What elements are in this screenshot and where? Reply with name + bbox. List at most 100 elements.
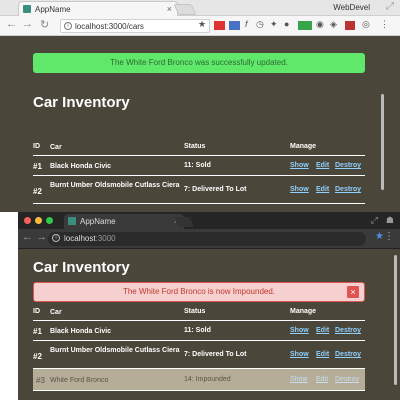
extension-dot-icon[interactable]: ● xyxy=(284,19,289,29)
browser-toolbar: ← → i localhost:3000 ★ ⋮ xyxy=(18,229,400,249)
row-status: 11: Sold xyxy=(184,162,211,169)
row-car: Black Honda Civic xyxy=(50,328,112,335)
profile-name[interactable]: WebDevel xyxy=(333,3,370,12)
star-icon[interactable]: ★ xyxy=(375,231,384,242)
table-row: #2 Burnt Umber Oldsmobile Cutlass Ciera … xyxy=(33,176,365,204)
extension-shield-icon[interactable]: ◈ xyxy=(330,19,337,30)
browser-window-top: AppName × WebDevel ⤢ ← → ↻ i localhost:3… xyxy=(0,0,400,212)
inventory-table: ID Car Status Manage #1 Black Honda Civi… xyxy=(33,140,365,204)
edit-link[interactable]: Edit xyxy=(316,351,329,358)
url-host: localhost xyxy=(64,234,96,243)
address-bar[interactable]: i localhost:3000/cars xyxy=(60,19,210,33)
new-tab-button[interactable] xyxy=(173,4,197,15)
address-bar[interactable]: i localhost:3000 xyxy=(48,232,366,246)
show-link[interactable]: Show xyxy=(290,376,308,383)
scrollbar[interactable] xyxy=(381,94,384,190)
flash-close-icon[interactable]: × xyxy=(347,286,359,298)
extension-red-icon[interactable] xyxy=(214,21,225,30)
show-link[interactable]: Show xyxy=(290,327,309,334)
tab-title: AppName xyxy=(80,217,116,226)
row-car: Burnt Umber Oldsmobile Cutlass Ciera xyxy=(50,182,180,189)
col-id: ID xyxy=(33,143,40,150)
scrollbar[interactable] xyxy=(394,255,397,385)
col-manage: Manage xyxy=(290,143,317,150)
extension-puzzle-icon[interactable]: ✦ xyxy=(270,19,278,30)
col-status: Status xyxy=(184,143,206,150)
extension-chat-icon[interactable]: ◎ xyxy=(362,19,370,30)
edit-link[interactable]: Edit xyxy=(316,327,329,334)
incognito-icon[interactable]: ☗ xyxy=(386,215,394,226)
row-status: 11: Sold xyxy=(184,327,211,334)
back-icon[interactable]: ← xyxy=(6,18,17,30)
destroy-link[interactable]: Destroy xyxy=(335,351,361,358)
back-icon[interactable]: ← xyxy=(22,231,33,243)
browser-tab[interactable]: AppName × xyxy=(64,214,184,229)
star-icon[interactable]: ★ xyxy=(198,19,206,30)
extension-red2-icon[interactable] xyxy=(345,21,355,30)
app-favicon-icon xyxy=(23,5,31,13)
col-status: Status xyxy=(184,308,206,315)
reload-icon[interactable]: ↻ xyxy=(40,18,49,31)
tab-close-icon[interactable]: × xyxy=(167,4,172,14)
maximize-window-icon[interactable] xyxy=(46,217,53,224)
page-content: Car Inventory The White Ford Bronco is n… xyxy=(18,249,400,400)
url-port: :3000 xyxy=(95,234,116,243)
expand-icon[interactable]: ⤢ xyxy=(371,215,378,226)
info-icon[interactable]: i xyxy=(64,22,72,30)
table-row: #1 Black Honda Civic 11: Sold Show Edit … xyxy=(33,321,365,341)
new-tab-button[interactable] xyxy=(173,217,195,227)
destroy-link[interactable]: Destroy xyxy=(335,327,361,334)
edit-link[interactable]: Edit xyxy=(316,186,329,193)
app-favicon-icon xyxy=(68,217,76,225)
table-header: ID Car Status Manage xyxy=(33,140,365,156)
row-status: 7: Delivered To Lot xyxy=(184,351,247,358)
col-id: ID xyxy=(33,308,40,315)
row-id: #2 xyxy=(33,352,42,361)
row-id: #1 xyxy=(33,327,42,336)
row-id: #2 xyxy=(33,187,42,196)
destroy-link[interactable]: Destroy xyxy=(335,376,359,383)
col-manage: Manage xyxy=(290,308,317,315)
close-window-icon[interactable] xyxy=(24,217,31,224)
page-title: Car Inventory xyxy=(33,94,130,111)
minimize-window-icon[interactable] xyxy=(35,217,42,224)
table-row: #1 Black Honda Civic 11: Sold Show Edit … xyxy=(33,156,365,176)
forward-icon[interactable]: → xyxy=(22,18,33,30)
tab-bar: AppName × ⤢ ☗ xyxy=(18,212,400,229)
row-car: Black Honda Civic xyxy=(50,163,112,170)
flash-danger: The White Ford Bronco is now Impounded. … xyxy=(33,282,365,302)
row-id: #1 xyxy=(33,162,42,171)
browser-window-bottom: AppName × ⤢ ☗ ← → i localhost:3000 ★ ⋮ C… xyxy=(18,212,400,400)
edit-link[interactable]: Edit xyxy=(316,162,329,169)
browser-toolbar: ← → ↻ i localhost:3000/cars ★ f ◷ ✦ ● ◉ … xyxy=(0,16,400,36)
row-car: White Ford Bronco xyxy=(50,377,109,384)
edit-link[interactable]: Edit xyxy=(316,376,328,383)
extension-green-icon[interactable] xyxy=(298,21,312,30)
browser-tab[interactable]: AppName × xyxy=(18,1,178,16)
row-car: Burnt Umber Oldsmobile Cutlass Ciera xyxy=(50,347,180,354)
extension-bell-icon[interactable]: ◉ xyxy=(316,19,324,30)
show-link[interactable]: Show xyxy=(290,162,309,169)
show-link[interactable]: Show xyxy=(290,351,309,358)
row-status: 14: Impounded xyxy=(184,376,231,383)
tab-title: AppName xyxy=(35,5,71,14)
extension-blue-icon[interactable] xyxy=(229,21,240,30)
expand-icon[interactable]: ⤢ xyxy=(386,1,394,12)
page-title: Car Inventory xyxy=(33,259,130,276)
menu-icon[interactable]: ⋮ xyxy=(380,19,389,30)
tab-bar: AppName × WebDevel ⤢ xyxy=(0,0,400,16)
inventory-table: ID Car Status Manage #1 Black Honda Civi… xyxy=(33,305,365,391)
page-content: The White Ford Bronco was successfully u… xyxy=(18,36,386,212)
extension-f-icon[interactable]: f xyxy=(245,19,248,29)
info-icon[interactable]: i xyxy=(52,234,60,242)
destroy-link[interactable]: Destroy xyxy=(335,186,361,193)
forward-icon[interactable]: → xyxy=(36,231,47,243)
col-car: Car xyxy=(50,309,62,316)
menu-icon[interactable]: ⋮ xyxy=(384,231,394,242)
destroy-link[interactable]: Destroy xyxy=(335,162,361,169)
show-link[interactable]: Show xyxy=(290,186,309,193)
table-row-highlighted: #3 White Ford Bronco 14: Impounded Show … xyxy=(33,369,365,391)
table-row: #2 Burnt Umber Oldsmobile Cutlass Ciera … xyxy=(33,341,365,369)
extension-clock-icon[interactable]: ◷ xyxy=(256,19,264,30)
flash-message: The White Ford Bronco is now Impounded. xyxy=(122,287,276,296)
